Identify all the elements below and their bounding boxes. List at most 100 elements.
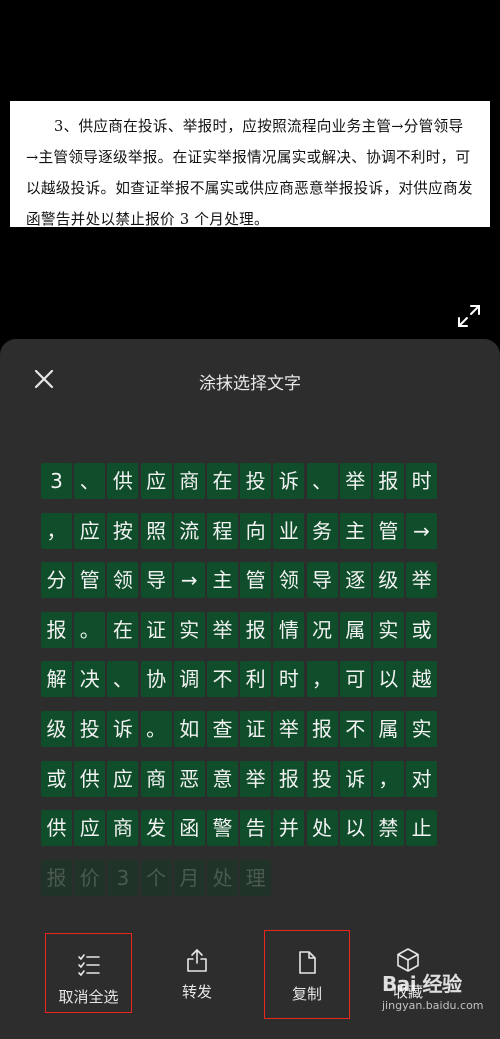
char-cell[interactable]: 协 [140, 661, 172, 698]
char-cell[interactable]: 处 [306, 810, 338, 847]
copy-button[interactable]: 复制 [264, 930, 350, 1019]
char-cell[interactable]: 决 [74, 661, 106, 698]
char-cell[interactable]: 意 [206, 760, 238, 797]
char-cell[interactable]: 属 [339, 611, 371, 648]
char-cell[interactable]: 证 [240, 710, 272, 747]
char-cell[interactable]: 个 [140, 859, 172, 896]
char-cell[interactable]: 报 [306, 710, 338, 747]
char-cell[interactable]: 情 [273, 611, 305, 648]
char-cell[interactable]: 务 [306, 512, 338, 549]
char-cell[interactable]: 查 [206, 710, 238, 747]
char-cell[interactable]: 报 [240, 611, 272, 648]
char-cell[interactable]: 诉 [273, 463, 305, 499]
char-cell[interactable]: 时 [273, 661, 305, 698]
char-cell[interactable]: 实 [406, 710, 438, 747]
char-cell[interactable]: 发 [140, 810, 172, 847]
char-cell[interactable]: 流 [173, 512, 205, 549]
char-cell[interactable]: → [173, 562, 205, 599]
char-cell[interactable]: 越 [406, 661, 438, 698]
char-cell[interactable]: 应 [107, 760, 139, 797]
char-cell[interactable]: 按 [107, 512, 139, 549]
char-cell[interactable]: 照 [140, 512, 172, 549]
char-cell[interactable]: 如 [173, 710, 205, 747]
char-cell[interactable]: 。 [74, 611, 106, 648]
char-cell[interactable]: 逐 [339, 562, 371, 599]
char-cell[interactable]: 解 [41, 661, 72, 698]
char-cell[interactable]: 以 [372, 661, 404, 698]
char-cell[interactable]: 程 [206, 512, 238, 549]
char-cell[interactable]: 举 [339, 463, 371, 499]
char-cell[interactable]: 调 [173, 661, 205, 698]
char-cell[interactable]: 领 [107, 562, 139, 599]
char-cell[interactable]: 、 [74, 463, 106, 499]
char-cell[interactable]: 况 [306, 611, 338, 648]
char-cell[interactable]: 领 [273, 562, 305, 599]
char-cell[interactable]: 利 [240, 661, 272, 698]
char-cell[interactable]: 向 [240, 512, 272, 549]
char-cell[interactable]: 恶 [173, 760, 205, 797]
char-cell[interactable]: 不 [339, 710, 371, 747]
char-cell[interactable]: 应 [74, 810, 106, 847]
char-cell[interactable]: 不 [206, 661, 238, 698]
char-cell[interactable]: 以 [339, 810, 371, 847]
char-cell[interactable]: 主 [206, 562, 238, 599]
char-cell[interactable]: 或 [41, 760, 72, 797]
char-cell[interactable]: 级 [41, 710, 72, 747]
char-cell[interactable]: ， [372, 760, 404, 797]
char-cell[interactable]: 报 [273, 760, 305, 797]
char-cell[interactable]: 管 [74, 562, 106, 599]
char-cell[interactable]: 诉 [107, 710, 139, 747]
char-cell[interactable]: 或 [406, 611, 438, 648]
char-cell[interactable]: 对 [406, 760, 438, 797]
char-cell[interactable]: 供 [74, 760, 106, 797]
char-cell[interactable]: 分 [41, 562, 72, 599]
char-cell[interactable]: 投 [240, 463, 272, 499]
char-cell[interactable]: 应 [74, 512, 106, 549]
char-cell[interactable]: 管 [372, 512, 404, 549]
char-cell[interactable]: 在 [206, 463, 238, 499]
char-cell[interactable]: 警 [206, 810, 238, 847]
char-cell[interactable]: 举 [273, 710, 305, 747]
deselect-all-button[interactable]: 取消全选 [45, 933, 132, 1013]
char-cell[interactable]: 、 [306, 463, 338, 499]
char-cell[interactable]: 主 [339, 512, 371, 549]
char-cell[interactable]: 函 [173, 810, 205, 847]
char-cell[interactable]: 商 [140, 760, 172, 797]
char-cell[interactable]: 导 [140, 562, 172, 599]
char-cell[interactable]: 供 [107, 463, 139, 499]
char-cell[interactable]: 3 [107, 859, 139, 896]
char-cell[interactable]: 实 [173, 611, 205, 648]
char-cell[interactable]: 月 [173, 859, 205, 896]
char-cell[interactable]: 举 [206, 611, 238, 648]
char-cell[interactable]: 证 [140, 611, 172, 648]
char-cell[interactable]: ， [41, 512, 72, 549]
char-cell[interactable]: 告 [240, 810, 272, 847]
char-cell[interactable]: 商 [107, 810, 139, 847]
char-cell[interactable]: 供 [41, 810, 72, 847]
char-cell[interactable]: 报 [372, 463, 404, 499]
expand-icon[interactable] [456, 303, 482, 329]
char-cell[interactable]: 管 [240, 562, 272, 599]
char-cell[interactable]: 导 [306, 562, 338, 599]
forward-button[interactable]: 转发 [154, 929, 240, 1011]
char-cell[interactable]: 报 [41, 859, 72, 896]
char-cell[interactable]: 禁 [372, 810, 404, 847]
char-cell[interactable]: 。 [140, 710, 172, 747]
char-cell[interactable]: 报 [41, 611, 72, 648]
char-cell[interactable]: 业 [273, 512, 305, 549]
char-cell[interactable]: 并 [273, 810, 305, 847]
char-cell[interactable]: 投 [74, 710, 106, 747]
char-cell[interactable]: 级 [372, 562, 404, 599]
char-cell[interactable]: ， [306, 661, 338, 698]
char-cell[interactable]: 在 [107, 611, 139, 648]
char-cell[interactable]: → [406, 512, 438, 549]
char-grid[interactable]: 3、供应商在投诉、举报时，应按照流程向业务主管 → 分管领导 → 主管领导逐级举报。在证… [41, 463, 439, 909]
char-cell[interactable]: 、 [107, 661, 139, 698]
char-cell[interactable]: 时 [406, 463, 438, 499]
char-cell[interactable]: 可 [339, 661, 371, 698]
char-cell[interactable]: 价 [74, 859, 106, 896]
char-cell[interactable]: 投 [306, 760, 338, 797]
char-cell[interactable]: 应 [140, 463, 172, 499]
char-cell[interactable]: 处 [206, 859, 238, 896]
char-cell[interactable]: 实 [372, 611, 404, 648]
